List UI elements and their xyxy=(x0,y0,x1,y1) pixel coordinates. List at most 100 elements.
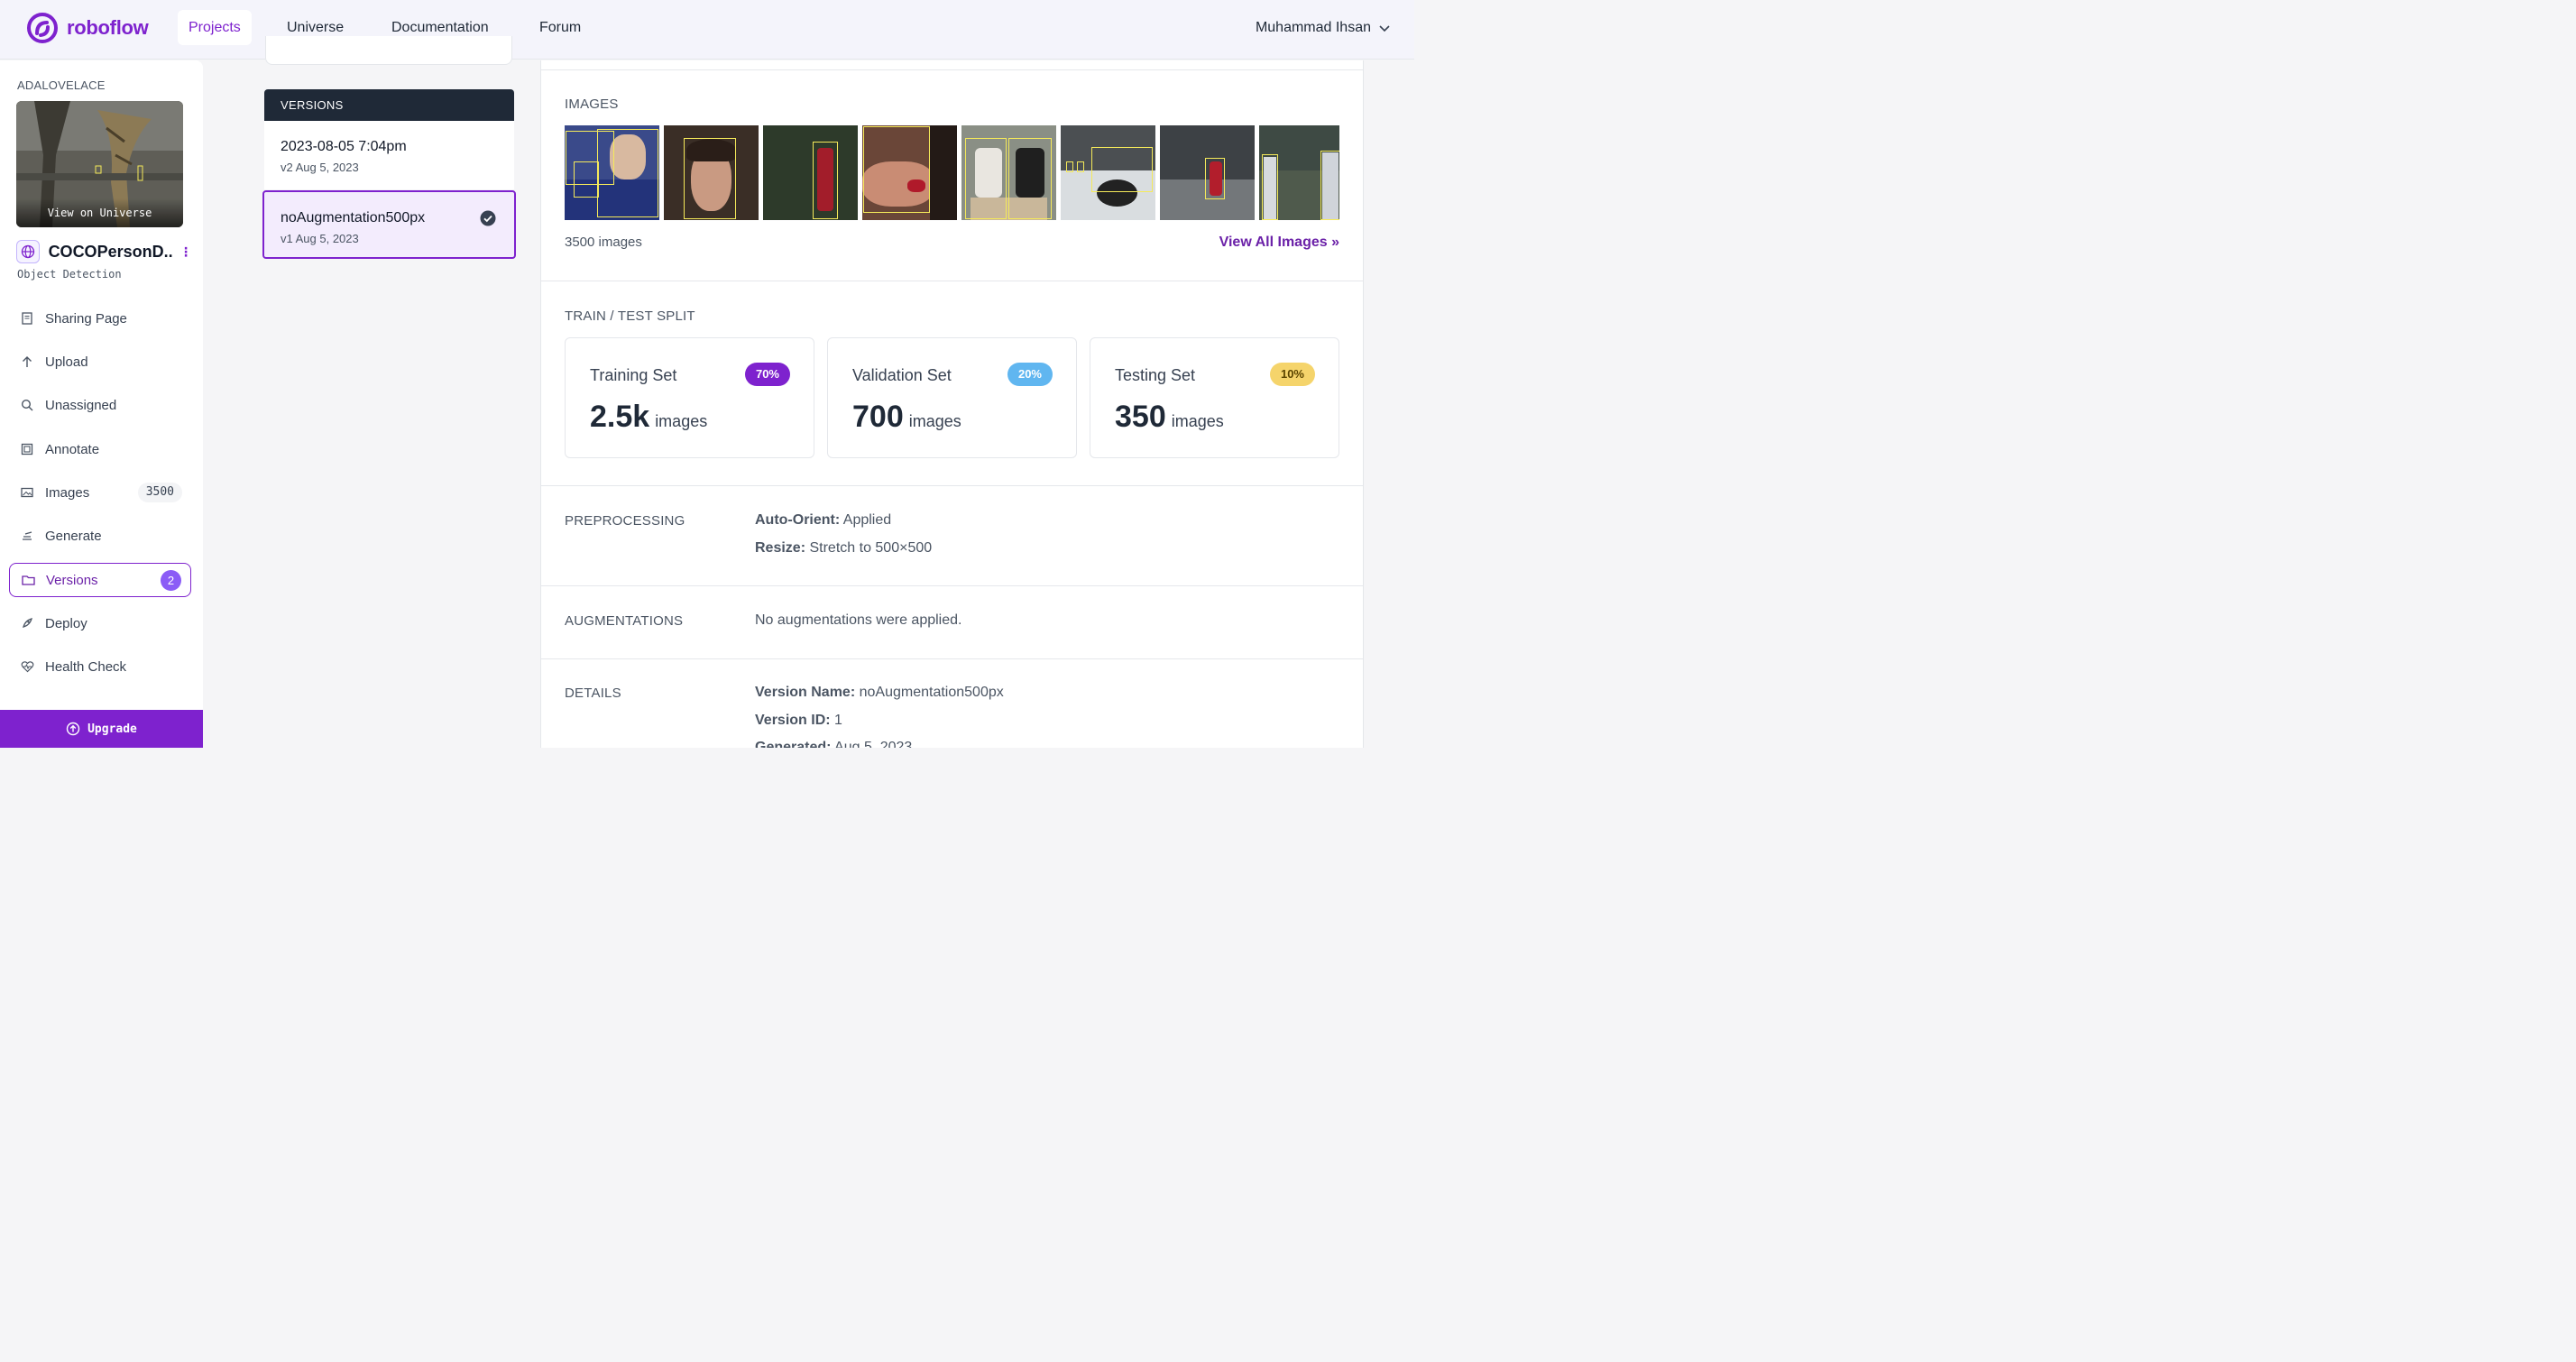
upgrade-button[interactable]: Upgrade xyxy=(0,710,203,748)
kv-key: Version Name: xyxy=(755,685,856,700)
upgrade-label: Upgrade xyxy=(87,722,137,736)
split-percent-badge: 10% xyxy=(1269,363,1315,386)
project-type: Object Detection xyxy=(17,268,122,281)
image-thumbnail[interactable] xyxy=(664,125,759,220)
image-thumbnail[interactable] xyxy=(565,125,659,220)
split-percent-badge: 70% xyxy=(744,363,790,386)
search-icon xyxy=(20,398,34,412)
split-count-value: 700 xyxy=(852,400,904,434)
details-row: Version ID: 1 xyxy=(755,713,842,729)
testing-set-card: Testing Set 10% 350 images xyxy=(1090,337,1339,458)
sidebar-item-health-check[interactable]: Health Check xyxy=(9,649,191,684)
heart-pulse-icon xyxy=(20,659,34,674)
kv-key: Auto-Orient: xyxy=(755,512,841,528)
sidebar-item-versions[interactable]: Versions 2 xyxy=(9,563,191,597)
image-thumbnail[interactable] xyxy=(1061,125,1155,220)
split-count-unit: images xyxy=(1171,412,1224,430)
sidebar-item-unassigned[interactable]: Unassigned xyxy=(9,388,191,422)
version-item-selected[interactable]: noAugmentation500px v1 Aug 5, 2023 xyxy=(262,190,516,259)
project-header: COCOPersonD... ⋮ xyxy=(16,240,192,263)
versions-count-badge: 2 xyxy=(161,570,181,591)
image-thumbnail[interactable] xyxy=(763,125,858,220)
version-name: 2023-08-05 7:04pm xyxy=(281,139,407,154)
check-circle-icon xyxy=(480,210,496,226)
image-thumbnail[interactable] xyxy=(1160,125,1255,220)
details-section-title: DETAILS xyxy=(565,686,621,701)
user-name: Muhammad Ihsan xyxy=(1255,20,1371,35)
kv-key: Resize: xyxy=(755,540,806,556)
nav-projects[interactable]: Projects xyxy=(178,10,252,45)
chevron-down-icon xyxy=(1379,24,1390,32)
versions-panel: VERSIONS 2023-08-05 7:04pm v2 Aug 5, 202… xyxy=(262,89,516,261)
kv-value: noAugmentation500px xyxy=(859,685,1004,700)
split-label: Training Set xyxy=(590,366,677,384)
sidebar-item-label: Annotate xyxy=(45,441,100,457)
split-count: 350 images xyxy=(1115,400,1224,435)
split-count: 700 images xyxy=(852,400,961,435)
augmentations-section-title: AUGMENTATIONS xyxy=(565,613,684,629)
rocket-icon xyxy=(20,616,34,630)
training-set-card: Training Set 70% 2.5k images xyxy=(565,337,814,458)
folder-icon xyxy=(21,573,35,587)
preprocessing-row: Resize: Stretch to 500×500 xyxy=(755,540,932,557)
kv-value: 1 xyxy=(834,713,842,728)
images-icon xyxy=(20,485,34,500)
sidebar-item-label: Upload xyxy=(45,354,88,370)
version-item[interactable]: 2023-08-05 7:04pm v2 Aug 5, 2023 xyxy=(264,121,514,189)
view-all-images-link[interactable]: View All Images » xyxy=(1219,235,1339,251)
version-meta: v2 Aug 5, 2023 xyxy=(281,161,359,174)
user-menu[interactable]: Muhammad Ihsan xyxy=(1256,10,1391,45)
version-name: noAugmentation500px xyxy=(281,210,426,225)
split-count-value: 2.5k xyxy=(590,400,650,434)
image-thumbnail[interactable] xyxy=(961,125,1056,220)
project-thumbnail[interactable]: View on Universe xyxy=(16,101,183,227)
globe-icon xyxy=(16,240,40,263)
validation-set-card: Validation Set 20% 700 images xyxy=(827,337,1077,458)
sidebar-item-generate[interactable]: Generate xyxy=(9,519,191,553)
nav-forum[interactable]: Forum xyxy=(529,10,592,45)
preprocessing-row: Auto-Orient: Applied xyxy=(755,512,891,529)
arrow-up-icon xyxy=(20,354,34,369)
kv-value: Aug 5, 2023 xyxy=(834,740,913,748)
sidebar-item-label: Versions xyxy=(46,572,98,588)
split-label: Validation Set xyxy=(852,366,952,384)
version-meta: v1 Aug 5, 2023 xyxy=(281,232,359,245)
versions-header: VERSIONS xyxy=(264,89,514,121)
top-navigation: roboflow Projects Universe Documentation… xyxy=(0,0,1414,60)
kv-key: Generated: xyxy=(755,740,832,748)
image-preview-strip xyxy=(565,125,1339,221)
sidebar-item-deploy[interactable]: Deploy xyxy=(9,606,191,640)
page-icon xyxy=(20,311,34,326)
divider xyxy=(541,658,1363,659)
sidebar-item-sharing-page[interactable]: Sharing Page xyxy=(9,301,191,336)
generate-icon xyxy=(20,529,34,543)
project-name[interactable]: COCOPersonD... xyxy=(49,243,172,262)
roboflow-logo[interactable]: roboflow xyxy=(27,13,149,43)
more-options-icon[interactable]: ⋮ xyxy=(179,244,192,260)
roboflow-logo-icon xyxy=(27,13,58,43)
image-count: 3500 images xyxy=(565,235,642,250)
divider xyxy=(541,69,1363,70)
sidebar: ADALOVELACE View on Universe COCOPersonD… xyxy=(0,60,203,748)
split-label: Testing Set xyxy=(1115,366,1196,384)
sidebar-item-label: Sharing Page xyxy=(45,310,127,327)
kv-value: Stretch to 500×500 xyxy=(809,540,933,556)
sidebar-item-annotate[interactable]: Annotate xyxy=(9,432,191,466)
image-thumbnail[interactable] xyxy=(1259,125,1339,220)
image-thumbnail[interactable] xyxy=(862,125,957,220)
split-percent-badge: 20% xyxy=(1007,363,1053,386)
annotate-icon xyxy=(20,442,34,456)
augmentations-text: No augmentations were applied. xyxy=(755,612,962,628)
sidebar-item-label: Generate xyxy=(45,528,102,544)
images-section-title: IMAGES xyxy=(565,97,619,112)
details-row: Generated: Aug 5, 2023 xyxy=(755,740,912,748)
split-section-title: TRAIN / TEST SPLIT xyxy=(565,308,695,324)
view-on-universe-caption[interactable]: View on Universe xyxy=(16,198,183,227)
sidebar-item-images[interactable]: Images 3500 xyxy=(9,475,191,510)
sidebar-item-upload[interactable]: Upload xyxy=(9,345,191,379)
images-count-badge: 3500 xyxy=(137,483,182,502)
sidebar-item-label: Images xyxy=(45,484,90,501)
split-count-unit: images xyxy=(908,412,961,430)
sidebar-item-label: Deploy xyxy=(45,615,87,631)
sidebar-item-label: Unassigned xyxy=(45,397,117,413)
